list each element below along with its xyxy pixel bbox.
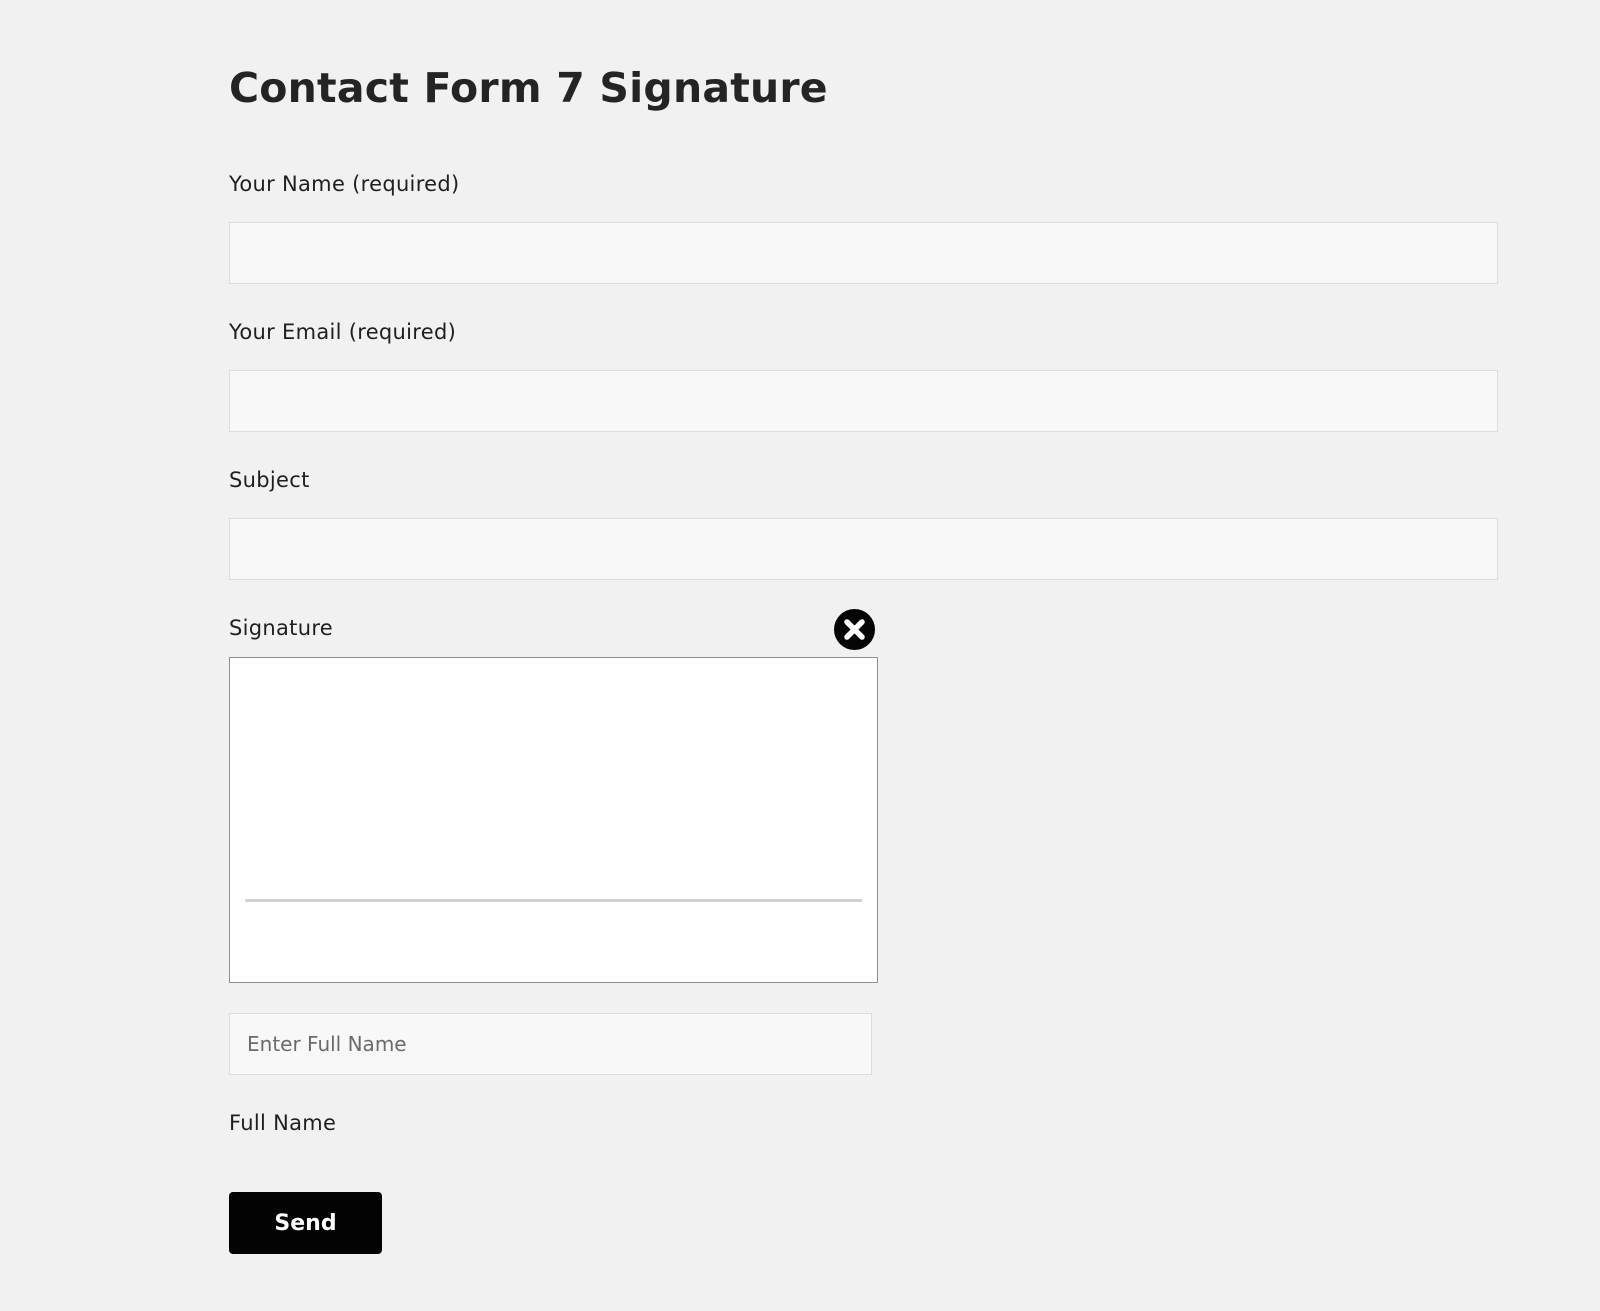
- full-name-label: Full Name: [229, 1111, 337, 1135]
- subject-label: Subject: [229, 468, 310, 492]
- signature-clear-button[interactable]: [834, 609, 875, 650]
- close-circle-icon: [844, 619, 865, 640]
- signature-baseline: [245, 899, 862, 902]
- your-name-label: Your Name (required): [229, 172, 460, 196]
- subject-input[interactable]: [229, 518, 1498, 580]
- page-title: Contact Form 7 Signature: [229, 64, 828, 112]
- signature-pad[interactable]: [229, 657, 878, 983]
- signature-label: Signature: [229, 616, 334, 640]
- your-email-input[interactable]: [229, 370, 1498, 432]
- your-email-label: Your Email (required): [229, 320, 457, 344]
- full-name-input[interactable]: [229, 1013, 872, 1075]
- your-name-input[interactable]: [229, 222, 1498, 284]
- send-button[interactable]: Send: [229, 1192, 382, 1254]
